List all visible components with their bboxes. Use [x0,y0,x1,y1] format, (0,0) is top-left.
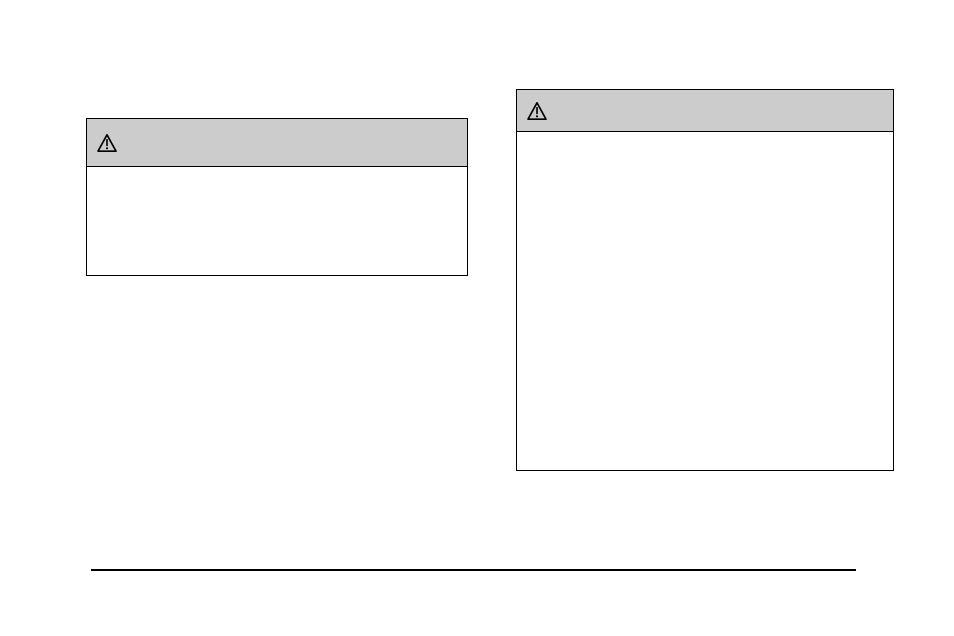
warning-icon [97,134,117,152]
warning-box-left-body [87,167,467,277]
warning-box-left [86,118,468,276]
warning-box-right-body [517,132,893,472]
warning-box-left-header [87,119,467,167]
page [0,0,954,636]
divider-line [91,569,856,571]
warning-icon [527,102,547,120]
warning-box-right-header [517,90,893,132]
warning-box-right [516,89,894,471]
